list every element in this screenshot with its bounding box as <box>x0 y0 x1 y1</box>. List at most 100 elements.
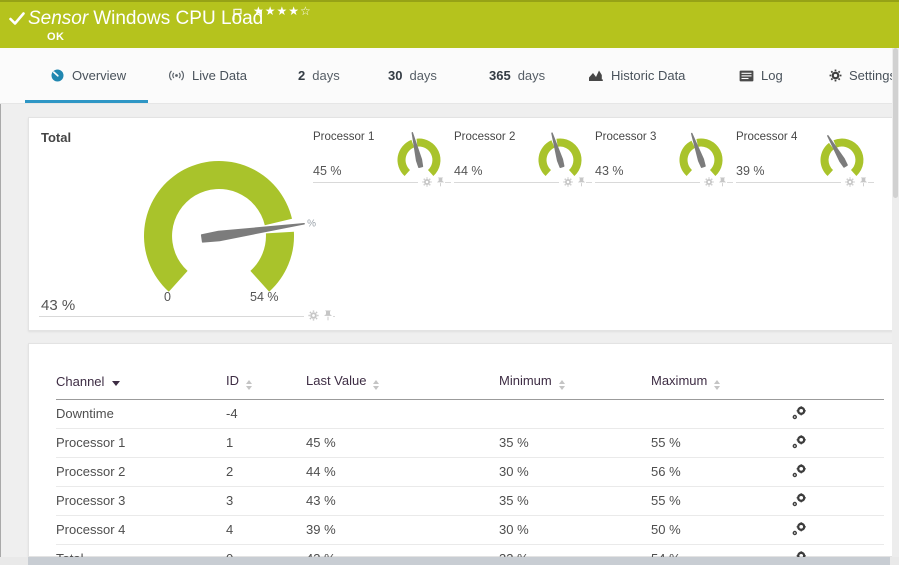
pin-icon[interactable] <box>436 177 445 187</box>
gauge-settings-gear-icon[interactable] <box>563 177 573 187</box>
table-row[interactable]: Processor 1 1 45 % 35 % 55 % <box>56 428 884 458</box>
cell-last-value: 44 % <box>306 457 499 487</box>
col-header-minimum[interactable]: Minimum <box>499 368 651 400</box>
gauge-icon <box>50 68 65 83</box>
cell-channel: Processor 4 <box>56 515 226 545</box>
vertical-scrollbar[interactable] <box>892 48 899 557</box>
tab-overview[interactable]: Overview <box>50 48 126 103</box>
processor-gauge-tile: Processor 4 39 % <box>736 126 874 187</box>
cell-last-value: 39 % <box>306 515 499 545</box>
table-row[interactable]: Downtime -4 <box>56 399 884 429</box>
tab-live-data[interactable]: Live Data <box>168 48 247 103</box>
cell-minimum: 30 % <box>499 457 651 487</box>
channel-value: 43 % <box>595 164 624 178</box>
live-broadcast-icon <box>168 69 185 82</box>
tile-actions <box>841 177 868 187</box>
cell-maximum: 55 % <box>651 428 791 458</box>
cell-minimum <box>499 399 651 429</box>
channel-label: Processor 1 <box>313 131 375 143</box>
gear-icon <box>829 69 842 82</box>
sort-toggle-icon <box>246 380 252 390</box>
cell-maximum: 56 % <box>651 457 791 487</box>
channel-label: Processor 4 <box>736 131 798 143</box>
svg-text:%: % <box>307 218 316 229</box>
tab-30-days[interactable]: 30 days <box>388 48 437 103</box>
col-header-actions <box>791 368 884 400</box>
log-list-icon <box>739 70 754 82</box>
priority-flag-icon[interactable] <box>233 8 242 21</box>
tab-historic-data[interactable]: Historic Data <box>588 48 685 103</box>
tile-actions <box>304 310 333 321</box>
gauge-settings-gear-icon[interactable] <box>422 177 432 187</box>
table-row[interactable]: Processor 2 2 44 % 30 % 56 % <box>56 457 884 487</box>
sort-toggle-icon <box>558 380 565 390</box>
status-ok-check-icon <box>9 12 25 26</box>
page-title: Sensor Windows CPU Load <box>28 8 263 30</box>
cell-id: 1 <box>226 428 306 458</box>
cell-id: 3 <box>226 486 306 516</box>
processor-gauge-tile: Processor 1 45 % <box>313 126 451 187</box>
channel-value: 43 % <box>41 297 76 314</box>
channel-settings-gears-icon[interactable] <box>791 493 884 508</box>
channels-panel: Channel ID Last Value Minimum Maximum Do… <box>28 343 893 565</box>
table-row[interactable]: Processor 4 4 39 % 30 % 50 % <box>56 515 884 545</box>
tile-actions <box>700 177 727 187</box>
tile-actions <box>418 177 445 187</box>
priority-stars[interactable]: ★★★★☆ <box>253 4 312 18</box>
cell-channel: Processor 2 <box>56 457 226 487</box>
col-header-last-value[interactable]: Last Value <box>306 368 499 400</box>
channel-label: Processor 2 <box>454 131 516 143</box>
col-header-channel[interactable]: Channel <box>56 368 226 400</box>
gauge-settings-gear-icon[interactable] <box>704 177 714 187</box>
processor-gauge-tile: Processor 2 44 % <box>454 126 592 187</box>
cell-channel: Processor 1 <box>56 428 226 458</box>
channel-settings-gears-icon[interactable] <box>791 522 884 537</box>
channel-settings-gears-icon[interactable] <box>791 464 884 479</box>
active-tab-underline <box>25 100 148 103</box>
tab-bar: Overview Live Data 2 days 30 days 365 days <box>0 48 899 104</box>
horizontal-scrollbar[interactable] <box>0 557 899 565</box>
pin-icon[interactable] <box>323 310 333 321</box>
cell-id: -4 <box>226 399 306 429</box>
cell-id: 2 <box>226 457 306 487</box>
table-row[interactable]: Processor 3 3 43 % 35 % 55 % <box>56 486 884 516</box>
cell-minimum: 30 % <box>499 515 651 545</box>
col-header-id[interactable]: ID <box>226 368 306 400</box>
total-gauge-tile: Total % 0 54 % 43 % <box>39 124 335 321</box>
pin-icon[interactable] <box>577 177 586 187</box>
channel-value: 44 % <box>454 164 483 178</box>
tab-log[interactable]: Log <box>739 48 783 103</box>
cell-last-value: 45 % <box>306 428 499 458</box>
horizontal-scrollbar-thumb[interactable] <box>28 557 890 565</box>
channel-settings-gears-icon[interactable] <box>791 406 884 421</box>
gauge-settings-gear-icon[interactable] <box>308 310 319 321</box>
sort-desc-icon <box>112 381 121 386</box>
gauge-settings-gear-icon[interactable] <box>845 177 855 187</box>
tab-2-days[interactable]: 2 days <box>298 48 340 103</box>
cell-minimum: 35 % <box>499 428 651 458</box>
cell-channel: Processor 3 <box>56 486 226 516</box>
channel-label: Processor 3 <box>595 131 657 143</box>
vertical-scrollbar-thumb[interactable] <box>893 48 898 198</box>
tab-365-days[interactable]: 365 days <box>489 48 545 103</box>
cell-channel: Downtime <box>56 399 226 429</box>
area-chart-icon <box>588 69 604 82</box>
gauges-panel: Total % 0 54 % 43 % Processor 1 45 % Pro… <box>28 117 893 331</box>
channel-label: Total <box>41 130 72 145</box>
cell-last-value: 43 % <box>306 486 499 516</box>
col-header-maximum[interactable]: Maximum <box>651 368 791 400</box>
channel-settings-gears-icon[interactable] <box>791 435 884 450</box>
tab-settings[interactable]: Settings <box>829 48 896 103</box>
object-type-label: Sensor <box>28 8 89 29</box>
pin-icon[interactable] <box>718 177 727 187</box>
channel-value: 39 % <box>736 164 765 178</box>
cell-maximum <box>651 399 791 429</box>
pin-icon[interactable] <box>859 177 868 187</box>
channel-value: 45 % <box>313 164 342 178</box>
status-badge: OK <box>47 31 65 43</box>
sort-toggle-icon <box>373 380 380 390</box>
table-header-row: Channel ID Last Value Minimum Maximum <box>56 368 884 400</box>
prtg-sensor-page: Sensor Windows CPU Load ★★★★☆ OK Overview… <box>0 0 899 565</box>
cell-minimum: 35 % <box>499 486 651 516</box>
sensor-header: Sensor Windows CPU Load ★★★★☆ OK <box>0 0 899 48</box>
